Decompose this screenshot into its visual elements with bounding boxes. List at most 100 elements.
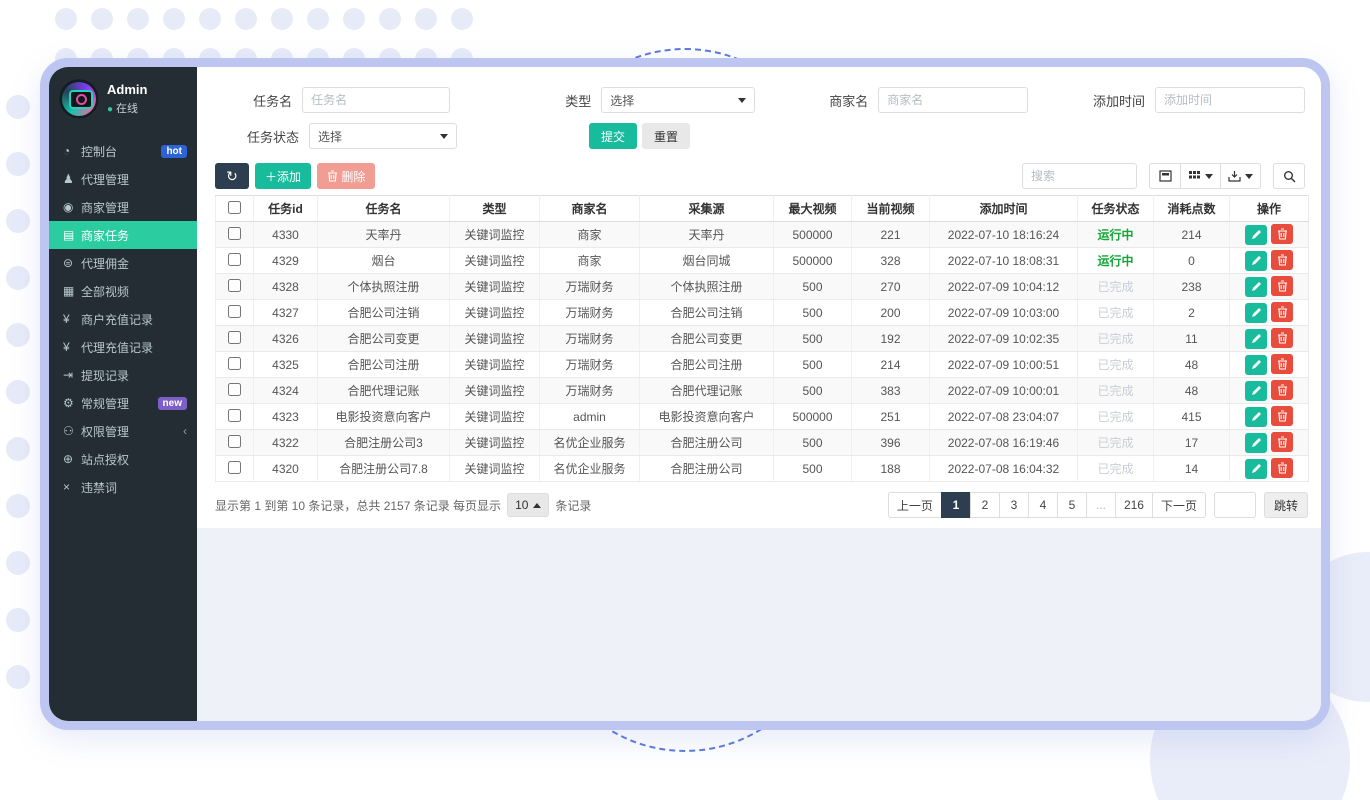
cell-checkbox (216, 456, 254, 482)
cell-add-time: 2022-07-08 16:04:32 (930, 456, 1078, 482)
row-delete-button[interactable] (1271, 276, 1293, 296)
page-background: Admin ●在线 ◔控制台hot♟代理管理◉商家管理▤商家任务⊜代理佣金▦全部… (0, 0, 1370, 800)
deco-dot (6, 266, 30, 290)
sidebar-item-3[interactable]: ▤商家任务 (49, 221, 197, 249)
row-checkbox[interactable] (228, 253, 241, 266)
task-status-select[interactable]: 选择 (309, 123, 457, 149)
row-checkbox[interactable] (228, 331, 241, 344)
status-badge: 已完成 (1097, 280, 1133, 294)
jump-page-input[interactable] (1214, 492, 1256, 518)
edit-button[interactable] (1245, 225, 1267, 245)
edit-button[interactable] (1245, 381, 1267, 401)
row-delete-button[interactable] (1271, 380, 1293, 400)
next-page-button[interactable]: 下一页 (1152, 492, 1206, 518)
column-header-10: 操作 (1230, 196, 1309, 222)
jump-button[interactable]: 跳转 (1264, 492, 1308, 518)
page-button-2[interactable]: 2 (970, 492, 1000, 518)
chevron-up-icon (533, 503, 541, 508)
trash-icon (1277, 306, 1288, 318)
content-panel: 任务名 类型 选择 商家名 添加时间 任务状态 选择 (197, 67, 1321, 518)
row-checkbox[interactable] (228, 383, 241, 396)
page-size-dropdown[interactable]: 10 (507, 493, 549, 517)
column-header-7: 添加时间 (930, 196, 1078, 222)
add-time-label: 添加时间 (1086, 91, 1145, 110)
select-all-checkbox[interactable] (228, 201, 241, 214)
prev-page-button[interactable]: 上一页 (888, 492, 942, 518)
deco-dot (55, 8, 77, 30)
submit-button[interactable]: 提交 (589, 123, 637, 149)
row-checkbox[interactable] (228, 305, 241, 318)
search-button[interactable] (1273, 163, 1305, 189)
content-filler (197, 528, 1321, 721)
row-checkbox[interactable] (228, 357, 241, 370)
sidebar-item-11[interactable]: ⊕站点授权 (49, 445, 197, 473)
cell-current-videos: 221 (852, 222, 930, 248)
edit-button[interactable] (1245, 355, 1267, 375)
chevron-down-icon (440, 134, 448, 139)
cell-source: 个体执照注册 (640, 274, 774, 300)
edit-button[interactable] (1245, 407, 1267, 427)
sidebar-item-1[interactable]: ♟代理管理 (49, 165, 197, 193)
columns-button[interactable] (1181, 163, 1221, 189)
cell-max-videos: 500 (774, 456, 852, 482)
sidebar-item-9[interactable]: ⚙常规管理new (49, 389, 197, 417)
task-status-label: 任务状态 (215, 127, 299, 146)
row-delete-button[interactable] (1271, 354, 1293, 374)
edit-button[interactable] (1245, 433, 1267, 453)
sidebar-item-7[interactable]: ¥代理充值记录 (49, 333, 197, 361)
hot-badge: hot (161, 145, 187, 158)
cell-task-type: 关键词监控 (450, 352, 540, 378)
page-button-216[interactable]: 216 (1115, 492, 1153, 518)
sidebar-item-0[interactable]: ◔控制台hot (49, 137, 197, 165)
edit-button[interactable] (1245, 329, 1267, 349)
reset-button[interactable]: 重置 (642, 123, 690, 149)
add-time-input[interactable] (1155, 87, 1305, 113)
sidebar-item-10[interactable]: ⚇权限管理‹ (49, 417, 197, 445)
sidebar-item-6[interactable]: ¥商户充值记录 (49, 305, 197, 333)
refresh-button[interactable]: ↻ (215, 163, 249, 189)
user-avatar[interactable] (59, 79, 99, 119)
cell-task-name: 天率丹 (318, 222, 450, 248)
add-button[interactable]: ＋添加 (255, 163, 311, 189)
row-checkbox[interactable] (228, 409, 241, 422)
sidebar-item-12[interactable]: ×违禁词 (49, 473, 197, 501)
page-button-3[interactable]: 3 (999, 492, 1029, 518)
export-button[interactable] (1221, 163, 1261, 189)
type-select[interactable]: 选择 (601, 87, 755, 113)
row-delete-button[interactable] (1271, 224, 1293, 244)
edit-button[interactable] (1245, 459, 1267, 479)
sidebar-item-2[interactable]: ◉商家管理 (49, 193, 197, 221)
task-name-input[interactable] (302, 87, 450, 113)
row-checkbox[interactable] (228, 435, 241, 448)
page-button-1[interactable]: 1 (941, 492, 971, 518)
row-delete-button[interactable] (1271, 250, 1293, 270)
sidebar-item-5[interactable]: ▦全部视频 (49, 277, 197, 305)
row-delete-button[interactable] (1271, 406, 1293, 426)
sidebar-item-8[interactable]: ⇥提现记录 (49, 361, 197, 389)
row-delete-button[interactable] (1271, 432, 1293, 452)
pencil-icon (1251, 437, 1262, 448)
table-row: 4325合肥公司注册关键词监控万瑞财务合肥公司注册5002142022-07-0… (216, 352, 1309, 378)
cell-current-videos: 200 (852, 300, 930, 326)
deco-dot (6, 95, 30, 119)
row-checkbox[interactable] (228, 279, 241, 292)
row-checkbox[interactable] (228, 227, 241, 240)
row-delete-button[interactable] (1271, 458, 1293, 478)
page-button-5[interactable]: 5 (1057, 492, 1087, 518)
edit-button[interactable] (1245, 303, 1267, 323)
cell-actions (1230, 404, 1309, 430)
cell-max-videos: 500 (774, 378, 852, 404)
toggle-view-button[interactable] (1149, 163, 1181, 189)
main-area: 任务名 类型 选择 商家名 添加时间 任务状态 选择 (197, 67, 1321, 721)
page-button-4[interactable]: 4 (1028, 492, 1058, 518)
table-search-input[interactable] (1022, 163, 1137, 189)
edit-button[interactable] (1245, 277, 1267, 297)
row-delete-button[interactable] (1271, 302, 1293, 322)
cell-task-type: 关键词监控 (450, 378, 540, 404)
row-checkbox[interactable] (228, 461, 241, 474)
sidebar-item-4[interactable]: ⊜代理佣金 (49, 249, 197, 277)
row-delete-button[interactable] (1271, 328, 1293, 348)
delete-button[interactable]: 删除 (317, 163, 375, 189)
merchant-input[interactable] (878, 87, 1028, 113)
edit-button[interactable] (1245, 251, 1267, 271)
